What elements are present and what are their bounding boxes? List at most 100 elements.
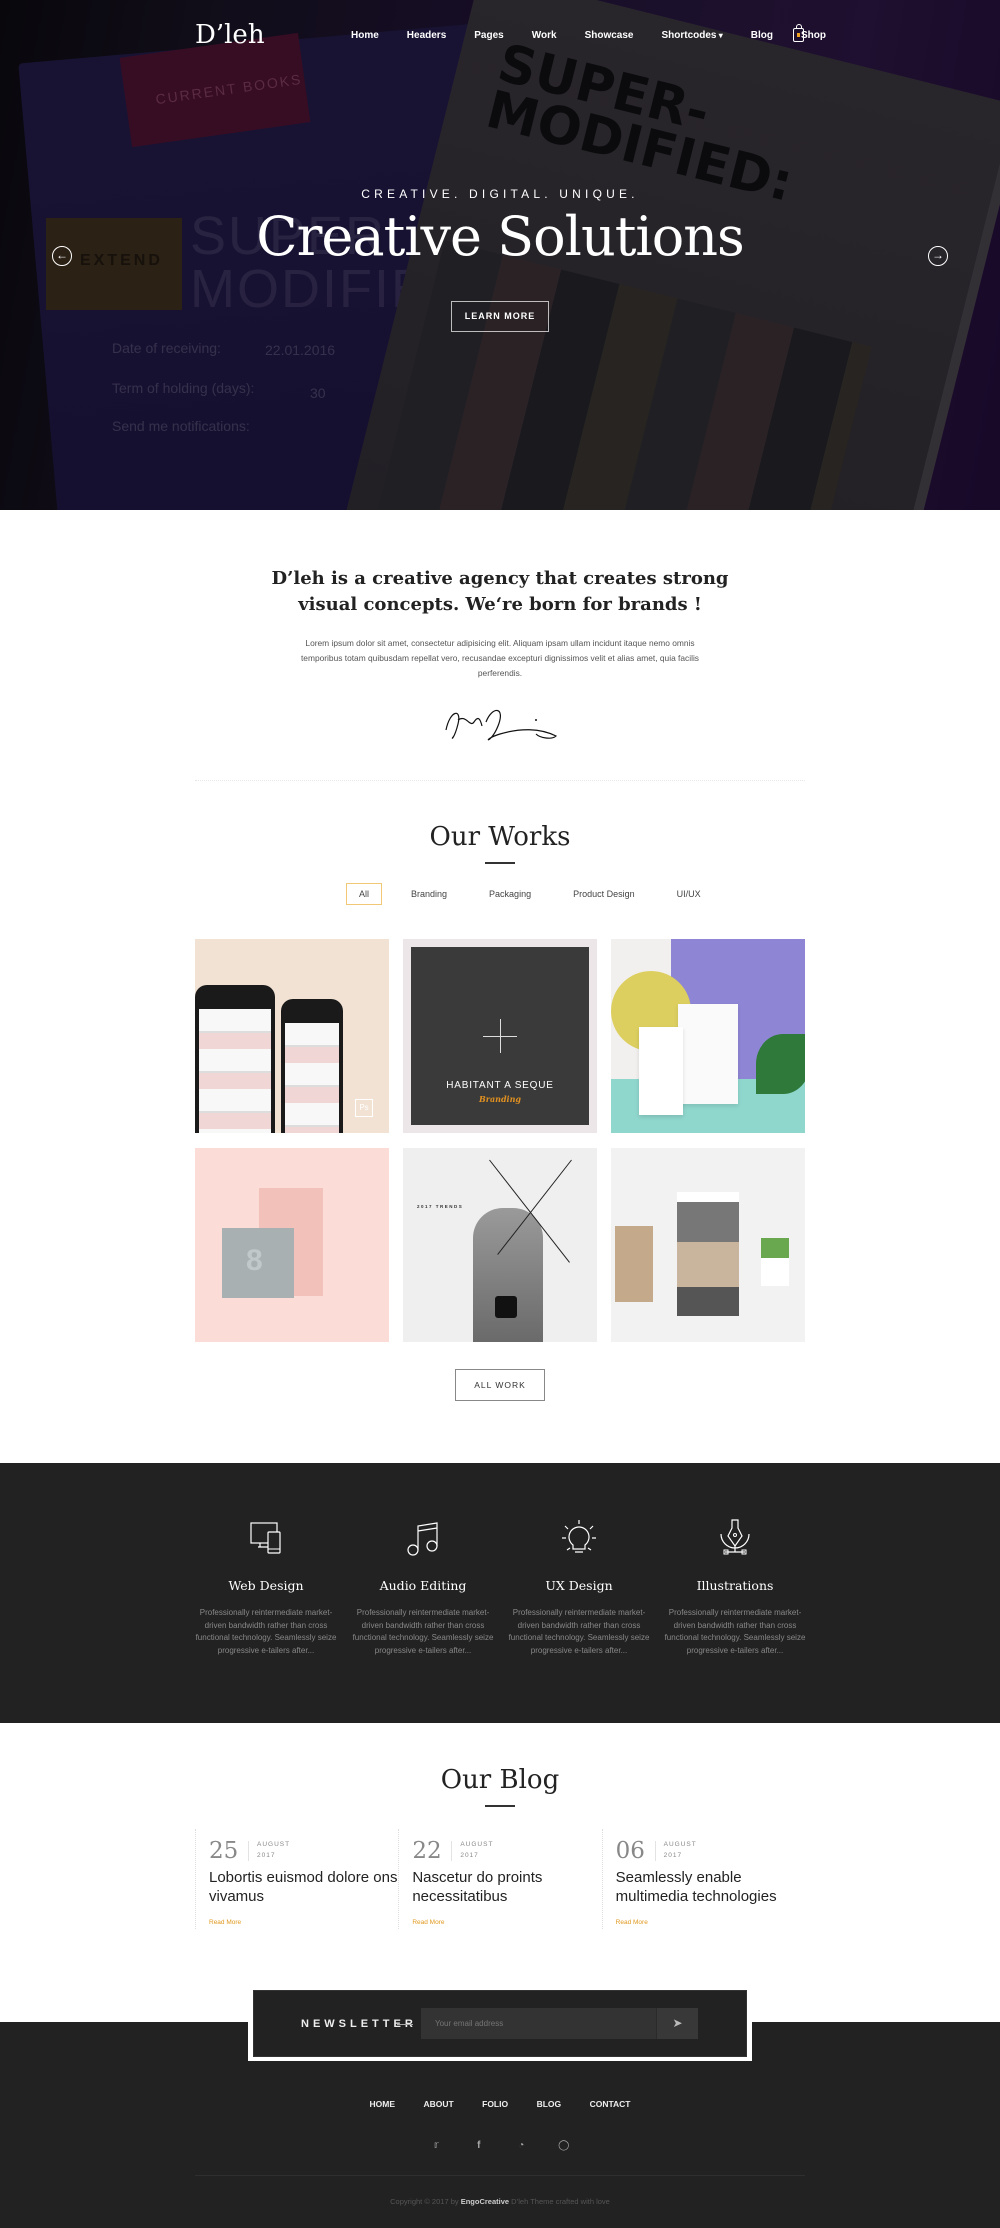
shopping-bag-icon[interactable] [793, 24, 804, 42]
paper-plane-icon[interactable]: ➤ [656, 2008, 698, 2039]
post-day: 22 [412, 1838, 442, 1864]
footer-link-blog[interactable]: BLOG [537, 2099, 562, 2109]
filter-all[interactable]: All [346, 883, 383, 905]
post-date-divider [451, 1841, 453, 1861]
nav-menu: Home Headers Pages Work Showcase Shortco… [351, 30, 854, 41]
section-divider [195, 780, 805, 781]
nav-item-pages[interactable]: Pages [474, 30, 503, 41]
footer-divider [195, 2175, 805, 2176]
blog-post: 22 AUGUST 2017 Nascetur do proints necess… [398, 1829, 601, 1929]
newsletter-dash [397, 2024, 413, 2025]
post-day: 25 [209, 1838, 239, 1864]
service-title: UX Design [545, 1578, 613, 1593]
post-title[interactable]: Nascetur do proints necessitatibus [412, 1868, 607, 1906]
post-title[interactable]: Lobortis euismod dolore ons vivamus [209, 1868, 404, 1906]
post-month: AUGUST [663, 1841, 697, 1848]
twitter-icon[interactable]: 𝕣 [430, 2140, 442, 2152]
nav-item-showcase[interactable]: Showcase [585, 30, 634, 41]
filter-packaging[interactable]: Packaging [476, 883, 544, 905]
logo[interactable]: D’leh [195, 20, 265, 50]
nav-item-blog[interactable]: Blog [751, 30, 773, 41]
services-section: Web Design Professionally reintermediate… [0, 1463, 1000, 1723]
filter-product-design[interactable]: Product Design [560, 883, 648, 905]
hero-title: Creative Solutions [256, 205, 744, 268]
read-more-link[interactable]: Read More [209, 1919, 241, 1926]
post-month-year: AUGUST 2017 [257, 1839, 290, 1861]
read-more-link[interactable]: Read More [412, 1919, 444, 1926]
footer-link-contact[interactable]: CONTACT [590, 2099, 631, 2109]
works-grid: Ps HABITANT A SEQUE Branding 8 2017 TREN… [195, 939, 805, 1342]
coffee-bag [615, 1226, 653, 1302]
plus-icon[interactable] [500, 1019, 501, 1053]
intro-text: Lorem ipsum dolor sit amet, consectetur … [300, 638, 699, 678]
work-item[interactable]: HABITANT A SEQUE Branding [403, 939, 597, 1133]
work-item[interactable] [611, 939, 805, 1133]
filter-ui-ux[interactable]: UI/UX [664, 883, 714, 905]
work-item[interactable]: 8 [195, 1148, 389, 1342]
newsletter-email-input[interactable] [421, 2008, 656, 2039]
facebook-icon[interactable]: f [473, 2140, 485, 2152]
pouch-mockup [639, 1027, 683, 1115]
post-month-year: AUGUST 2017 [460, 1839, 493, 1861]
blog-title: Our Blog [440, 1765, 560, 1795]
read-more-link[interactable]: Read More [616, 1919, 648, 1926]
intro-title: D’leh is a creative agency that creates … [271, 568, 729, 615]
nav-item-work[interactable]: Work [532, 30, 557, 41]
learn-more-button[interactable]: LEARN MORE [451, 301, 549, 332]
phone-mockup [195, 985, 275, 1133]
blog-title-underline [485, 1805, 515, 1807]
shopping-bag-mockup [678, 1004, 738, 1104]
box-mockup: 8 [222, 1228, 294, 1298]
post-day: 06 [615, 1838, 645, 1864]
copyright-suffix: D’leh Theme crafted with love [511, 2197, 610, 2206]
main-nav: D’leh Home Headers Pages Work Showcase S… [0, 0, 1000, 75]
coffee-cup [677, 1192, 739, 1316]
post-month: AUGUST [460, 1841, 494, 1848]
signature-image [445, 709, 558, 741]
hero-tagline: CREATIVE. DIGITAL. UNIQUE. [361, 187, 639, 201]
phone-mockup [281, 999, 343, 1133]
box-number: 8 [246, 1244, 263, 1277]
nav-item-shortcodes[interactable]: Shortcodes [661, 30, 722, 41]
footer-link-folio[interactable]: FOLIO [482, 2099, 508, 2109]
service-title: Audio Editing [379, 1578, 467, 1593]
nav-item-shop[interactable]: Shop [801, 30, 826, 41]
lightbulb-icon [562, 1520, 596, 1553]
service-item: UX Design Professionally reintermediate … [504, 1518, 654, 1657]
post-year: 2017 [257, 1852, 276, 1859]
nav-item-home[interactable]: Home [351, 30, 379, 41]
music-note-icon [407, 1522, 438, 1556]
copyright: Copyright © 2017 by EngoCreative D’leh T… [0, 2197, 1000, 2206]
social-links: 𝕣 f ◔ ◯ [0, 2135, 1000, 2153]
service-text: Professionally reintermediate market-dri… [352, 1608, 494, 1655]
service-title: Web Design [228, 1578, 304, 1593]
works-title-underline [485, 862, 515, 864]
works-title: Our Works [429, 822, 571, 852]
footer-link-about[interactable]: ABOUT [423, 2099, 453, 2109]
service-item: Web Design Professionally reintermediate… [191, 1518, 341, 1657]
watch-image [495, 1296, 517, 1318]
blog-list: 25 AUGUST 2017 Lobortis euismod dolore on… [195, 1829, 805, 1929]
nav-item-headers[interactable]: Headers [407, 30, 446, 41]
arrow-right-circle-icon[interactable]: → [928, 246, 948, 266]
copyright-brand-link[interactable]: EngoCreative [461, 2197, 509, 2206]
work-item[interactable]: Ps [195, 939, 389, 1133]
footer-menu: HOME ABOUT FOLIO BLOG CONTACT [0, 2094, 1000, 2112]
instagram-icon[interactable]: ◯ [558, 2140, 570, 2152]
all-work-button[interactable]: ALL WORK [455, 1369, 545, 1401]
arrow-left-circle-icon[interactable]: ← [52, 246, 72, 266]
work-item[interactable] [611, 1148, 805, 1342]
filter-branding[interactable]: Branding [398, 883, 460, 905]
post-year: 2017 [460, 1852, 479, 1859]
post-title[interactable]: Seamlessly enable multimedia technologie… [616, 1868, 811, 1906]
dribbble-icon[interactable]: ◔ [515, 2140, 527, 2152]
footer-link-home[interactable]: HOME [369, 2099, 395, 2109]
newsletter-box: NEWSLETTER ➤ [253, 1990, 747, 2057]
service-title: Illustrations [696, 1578, 774, 1593]
post-month: AUGUST [257, 1841, 291, 1848]
post-date-divider [654, 1841, 656, 1861]
post-year: 2017 [663, 1852, 683, 1859]
devices-icon [250, 1522, 281, 1554]
work-item[interactable]: 2017 TRENDS [403, 1148, 597, 1342]
pen-nib-icon [720, 1519, 750, 1555]
